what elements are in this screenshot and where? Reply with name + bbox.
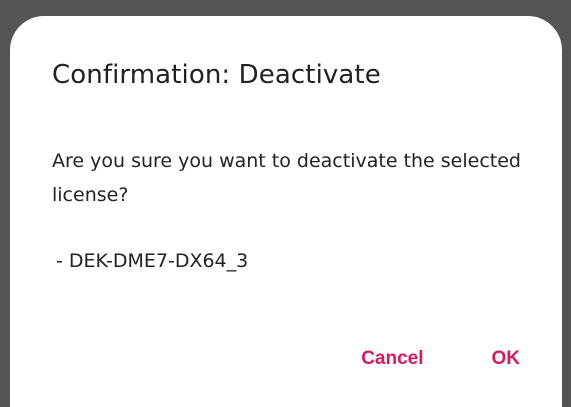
ok-button[interactable]: OK bbox=[488, 342, 525, 376]
cancel-button[interactable]: Cancel bbox=[357, 342, 427, 376]
dialog-message: Are you sure you want to deactivate the … bbox=[52, 150, 521, 206]
dialog-actions: Cancel OK bbox=[357, 342, 524, 376]
dialog-title: Confirmation: Deactivate bbox=[52, 60, 381, 90]
confirmation-dialog: Confirmation: Deactivate Are you sure yo… bbox=[10, 16, 562, 407]
license-item: - DEK-DME7-DX64_3 bbox=[56, 250, 249, 272]
